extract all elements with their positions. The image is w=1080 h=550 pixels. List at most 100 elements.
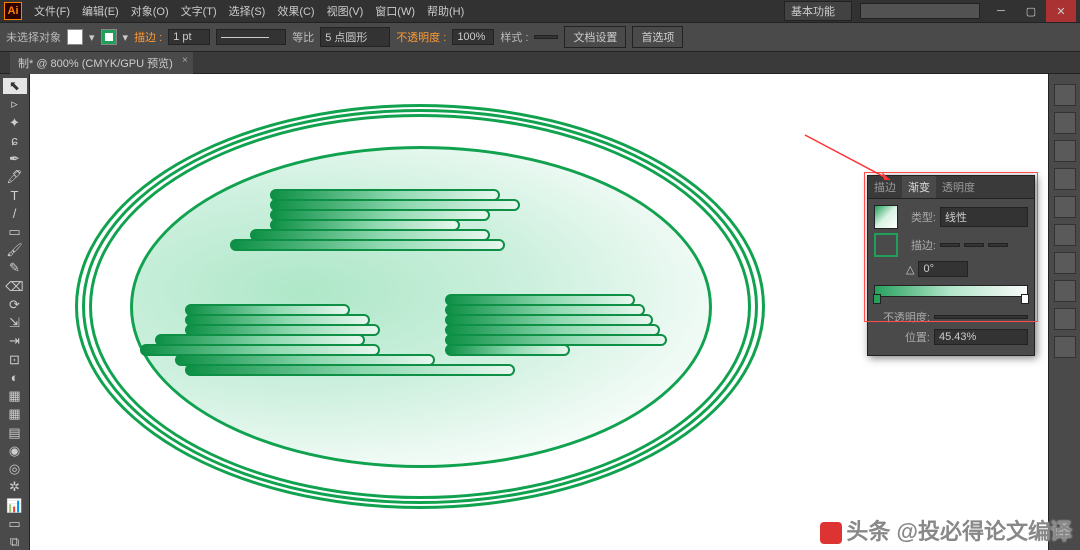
pencil-tool[interactable]: ✎ (3, 260, 27, 276)
menu-effect[interactable]: 效果(C) (271, 3, 320, 19)
panel-icon-appearance[interactable] (1054, 280, 1076, 302)
panel-icon-transparency[interactable] (1054, 252, 1076, 274)
menu-edit[interactable]: 编辑(E) (76, 3, 125, 19)
gradient-fill-thumb[interactable] (874, 205, 898, 229)
no-selection-label: 未选择对象 (6, 29, 61, 45)
angle-field[interactable]: 0° (918, 261, 968, 277)
position-field[interactable]: 45.43% (934, 329, 1028, 345)
stroke-profile-field[interactable] (216, 29, 286, 45)
mesh-tool[interactable]: ▦ (3, 406, 27, 422)
panel-tabs: 描边 渐变 透明度 (868, 176, 1034, 199)
workspace-dropdown[interactable]: 基本功能 (784, 1, 852, 21)
stroke-dropdown-icon[interactable]: ▾ (123, 31, 129, 44)
menu-type[interactable]: 文字(T) (175, 3, 223, 19)
angle-icon: △ (906, 263, 914, 276)
uniform-label: 等比 (292, 29, 314, 45)
tools-panel: ⬉ ▹ ✦ ɕ ✒ 🖊 T / ▭ 🖌 ✎ ⌫ ⟳ ⇲ ⇥ ⊡ ◐ ▦ ▦ ▤ … (0, 74, 30, 550)
symbol-sprayer-tool[interactable]: ✲ (3, 479, 27, 495)
lasso-tool[interactable]: ɕ (3, 133, 27, 149)
type-select[interactable]: 线性 (940, 207, 1028, 227)
panel-icon-color[interactable] (1054, 84, 1076, 106)
perspective-tool[interactable]: ▦ (3, 388, 27, 404)
scale-tool[interactable]: ⇲ (3, 315, 27, 331)
gradient-tool[interactable]: ▤ (3, 424, 27, 440)
eyedropper-tool[interactable]: ◉ (3, 443, 27, 459)
curvature-tool[interactable]: 🖊 (3, 169, 27, 185)
eraser-tool[interactable]: ⌫ (3, 279, 27, 295)
type-label: 类型: (902, 209, 936, 225)
panel-icon-artboards[interactable] (1054, 336, 1076, 358)
panel-body: 类型: 线性 描边: △ 0° 不透明度: 位置: 45.43% (868, 199, 1034, 355)
gradient-stop-right[interactable] (1021, 294, 1029, 304)
stroke-opt-3[interactable] (988, 243, 1008, 247)
blend-tool[interactable]: ◎ (3, 461, 27, 477)
panel-opacity-label: 不透明度: (874, 309, 930, 325)
fill-swatch[interactable] (67, 29, 83, 45)
panel-icon-swatches[interactable] (1054, 112, 1076, 134)
opacity-field[interactable]: 100% (452, 29, 494, 45)
menu-file[interactable]: 文件(F) (28, 3, 76, 19)
direct-selection-tool[interactable]: ▹ (3, 96, 27, 112)
tab-title: 制* @ 800% (CMYK/GPU 预览) (18, 58, 173, 70)
search-input[interactable] (860, 3, 980, 19)
menu-help[interactable]: 帮助(H) (421, 3, 470, 19)
stroke-swatch[interactable] (101, 29, 117, 45)
gradient-stroke-thumb[interactable] (874, 233, 898, 257)
panel-icon-gradient[interactable] (1054, 224, 1076, 246)
opacity-label[interactable]: 不透明度 : (396, 29, 446, 45)
panel-icon-layers[interactable] (1054, 308, 1076, 330)
panel-icon-symbols[interactable] (1054, 168, 1076, 190)
width-tool[interactable]: ⇥ (3, 333, 27, 349)
pen-tool[interactable]: ✒ (3, 151, 27, 167)
stroke-weight-field[interactable]: 1 pt (168, 29, 210, 45)
watermark-logo-icon (820, 522, 842, 544)
stroke-label[interactable]: 描边 : (134, 29, 162, 45)
stroke-opt-1[interactable] (940, 243, 960, 247)
paintbrush-tool[interactable]: 🖌 (3, 242, 27, 258)
type-tool[interactable]: T (3, 187, 27, 203)
panel-icon-stroke[interactable] (1054, 196, 1076, 218)
rotate-tool[interactable]: ⟳ (3, 297, 27, 313)
app-logo: Ai (4, 2, 22, 20)
menu-select[interactable]: 选择(S) (223, 3, 272, 19)
menu-object[interactable]: 对象(O) (125, 3, 175, 19)
column-graph-tool[interactable]: 📊 (3, 497, 27, 513)
document-tabstrip: 制* @ 800% (CMYK/GPU 预览) × (0, 52, 1080, 74)
shape-builder-tool[interactable]: ◐ (3, 370, 27, 386)
fill-dropdown-icon[interactable]: ▾ (89, 31, 95, 44)
selection-tool[interactable]: ⬉ (3, 78, 27, 94)
stroke-opt-2[interactable] (964, 243, 984, 247)
menu-window[interactable]: 窗口(W) (369, 3, 421, 19)
panel-opacity-field[interactable] (934, 315, 1028, 319)
gradient-slider[interactable] (874, 285, 1028, 297)
preferences-button[interactable]: 首选项 (632, 26, 683, 48)
right-panel-dock (1048, 74, 1080, 550)
gradient-panel[interactable]: 描边 渐变 透明度 类型: 线性 描边: △ 0° 不透明度: (867, 175, 1035, 356)
tab-close-icon[interactable]: × (182, 55, 188, 66)
menu-view[interactable]: 视图(V) (321, 3, 370, 19)
minimize-button[interactable]: ─ (986, 0, 1016, 22)
maximize-button[interactable]: ▢ (1016, 0, 1046, 22)
panel-tab-transparency[interactable]: 透明度 (936, 176, 981, 198)
document-tab[interactable]: 制* @ 800% (CMYK/GPU 预览) × (10, 52, 193, 74)
panel-stroke-label: 描边: (902, 237, 936, 253)
style-field[interactable] (534, 35, 558, 39)
panel-tab-gradient[interactable]: 渐变 (902, 176, 936, 198)
panel-tab-stroke[interactable]: 描边 (868, 176, 902, 198)
menubar: Ai 文件(F) 编辑(E) 对象(O) 文字(T) 选择(S) 效果(C) 视… (0, 0, 1080, 22)
rectangle-tool[interactable]: ▭ (3, 224, 27, 240)
line-tool[interactable]: / (3, 206, 27, 222)
control-bar: 未选择对象 ▾ ▾ 描边 : 1 pt 等比 5 点圆形 不透明度 : 100%… (0, 22, 1080, 52)
magic-wand-tool[interactable]: ✦ (3, 114, 27, 130)
slice-tool[interactable]: ⧉ (3, 534, 27, 550)
close-button[interactable]: ✕ (1046, 0, 1076, 22)
position-label: 位置: (874, 329, 930, 345)
style-label: 样式 : (500, 29, 528, 45)
free-transform-tool[interactable]: ⊡ (3, 352, 27, 368)
document-setup-button[interactable]: 文档设置 (564, 26, 626, 48)
gradient-stop-left[interactable] (873, 294, 881, 304)
watermark: 头条 @投必得论文编译 (820, 514, 1072, 546)
brush-field[interactable]: 5 点圆形 (320, 27, 390, 47)
panel-icon-brushes[interactable] (1054, 140, 1076, 162)
artboard-tool[interactable]: ▭ (3, 516, 27, 532)
